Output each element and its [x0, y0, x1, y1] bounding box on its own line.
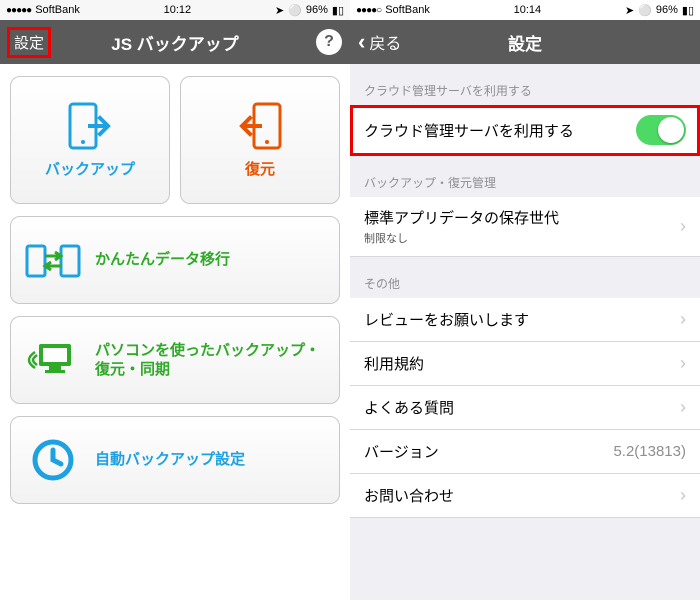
pc-backup-button[interactable]: パソコンを使ったバックアップ・復元・同期: [10, 316, 340, 404]
review-cell[interactable]: レビューをお願いします ›: [350, 298, 700, 342]
cloud-server-toggle-cell[interactable]: クラウド管理サーバを利用する: [350, 105, 700, 156]
generations-label: 標準アプリデータの保存世代: [364, 207, 559, 228]
cloud-toggle-label: クラウド管理サーバを利用する: [364, 120, 574, 141]
review-label: レビューをお願いします: [364, 309, 529, 330]
signal-dots-icon: ●●●●●: [6, 5, 31, 16]
page-title: JS バックアップ: [111, 30, 239, 55]
status-bar: ●●●●○ SoftBank 10:14 ➤ ⚪ 96% ▮▯: [350, 0, 700, 20]
version-value: 5.2(13813): [613, 443, 686, 460]
back-label: 戻る: [369, 30, 401, 54]
version-cell: バージョン 5.2(13813): [350, 430, 700, 474]
battery-icon: ▮▯: [682, 4, 694, 17]
location-icon: ➤: [625, 4, 634, 17]
easy-transfer-button[interactable]: かんたんデータ移行: [10, 216, 340, 304]
battery-percent: 96%: [306, 4, 328, 16]
auto-backup-label: 自動バックアップ設定: [95, 450, 245, 470]
location-icon: ➤: [275, 4, 284, 17]
help-button[interactable]: ?: [316, 29, 342, 55]
backup-icon: [62, 102, 118, 150]
bluetooth-icon: ⚪: [288, 4, 302, 17]
transfer-icon: [25, 240, 81, 280]
clock-label: 10:12: [164, 4, 192, 16]
faq-cell[interactable]: よくある質問 ›: [350, 386, 700, 430]
version-label: バージョン: [364, 441, 439, 462]
generations-sub: 制限なし: [364, 230, 559, 246]
main-content: バックアップ 復元: [0, 64, 350, 600]
restore-icon: [232, 102, 288, 150]
terms-label: 利用規約: [364, 353, 424, 374]
terms-cell[interactable]: 利用規約 ›: [350, 342, 700, 386]
chevron-left-icon: ‹: [358, 29, 365, 55]
cloud-toggle[interactable]: [636, 115, 686, 145]
battery-icon: ▮▯: [332, 4, 344, 17]
page-title: 設定: [508, 30, 542, 55]
pc-icon: [25, 338, 81, 382]
settings-button-label: 設定: [14, 32, 44, 53]
status-bar: ●●●●● SoftBank 10:12 ➤ ⚪ 96% ▮▯: [0, 0, 350, 20]
carrier-label: SoftBank: [35, 4, 80, 16]
contact-cell[interactable]: お問い合わせ ›: [350, 474, 700, 518]
chevron-right-icon: ›: [680, 216, 686, 237]
contact-label: お問い合わせ: [364, 485, 454, 506]
screen-settings: ●●●●○ SoftBank 10:14 ➤ ⚪ 96% ▮▯ ‹ 戻る 設定 …: [350, 0, 700, 600]
nav-bar: ‹ 戻る 設定: [350, 20, 700, 64]
help-icon: ?: [324, 33, 334, 51]
auto-backup-button[interactable]: 自動バックアップ設定: [10, 416, 340, 504]
signal-dots-icon: ●●●●○: [356, 5, 381, 16]
chevron-right-icon: ›: [680, 309, 686, 330]
pc-backup-label: パソコンを使ったバックアップ・復元・同期: [95, 341, 325, 380]
settings-button[interactable]: 設定: [8, 28, 50, 57]
chevron-right-icon: ›: [680, 353, 686, 374]
carrier-label: SoftBank: [385, 4, 430, 16]
easy-transfer-label: かんたんデータ移行: [95, 250, 230, 270]
section-header-cloud: クラウド管理サーバを利用する: [350, 64, 700, 105]
generations-cell[interactable]: 標準アプリデータの保存世代 制限なし ›: [350, 197, 700, 257]
nav-bar: 設定 JS バックアップ ?: [0, 20, 350, 64]
clock-icon: [25, 436, 81, 484]
restore-label: 復元: [245, 158, 275, 179]
chevron-right-icon: ›: [680, 485, 686, 506]
clock-label: 10:14: [514, 4, 542, 16]
faq-label: よくある質問: [364, 397, 454, 418]
restore-button[interactable]: 復元: [180, 76, 340, 204]
back-button[interactable]: ‹ 戻る: [358, 29, 401, 55]
battery-percent: 96%: [656, 4, 678, 16]
settings-content: クラウド管理サーバを利用する クラウド管理サーバを利用する バックアップ・復元管…: [350, 64, 700, 600]
chevron-right-icon: ›: [680, 397, 686, 418]
section-header-other: その他: [350, 257, 700, 298]
backup-button[interactable]: バックアップ: [10, 76, 170, 204]
backup-label: バックアップ: [45, 158, 135, 179]
section-header-backup: バックアップ・復元管理: [350, 156, 700, 197]
screen-main: ●●●●● SoftBank 10:12 ➤ ⚪ 96% ▮▯ 設定 JS バッ…: [0, 0, 350, 600]
bluetooth-icon: ⚪: [638, 4, 652, 17]
